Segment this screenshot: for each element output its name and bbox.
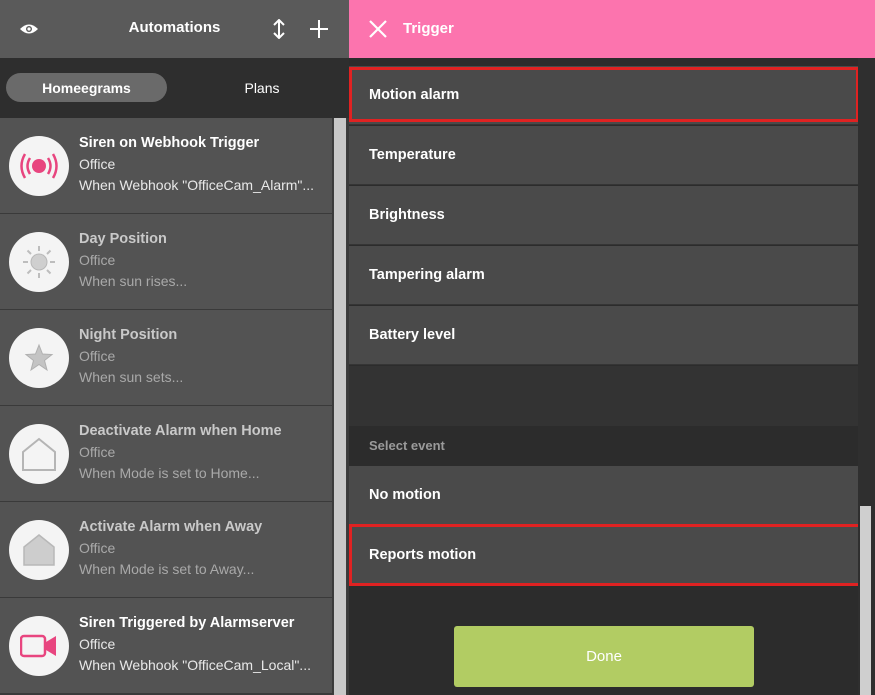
tab-homeegrams[interactable]: Homeegrams (6, 73, 167, 102)
sun-icon (9, 232, 69, 292)
item-description: When Mode is set to Away... (79, 561, 255, 577)
attribute-brightness[interactable]: Brightness (349, 186, 858, 245)
section-label: Select event (369, 438, 445, 453)
item-name: Day Position (79, 231, 167, 247)
trigger-pane: Trigger Motion alarm Temperature Brightn… (349, 0, 875, 695)
star-icon (9, 328, 69, 388)
attribute-battery-level[interactable]: Battery level (349, 306, 858, 365)
tab-plans[interactable]: Plans (182, 73, 342, 102)
list-item[interactable]: Siren Triggered by Alarmserver Office Wh… (0, 598, 332, 694)
item-room: Office (79, 540, 116, 556)
trigger-title: Trigger (403, 20, 454, 37)
item-name: Night Position (79, 327, 178, 343)
trigger-header: Trigger (349, 0, 875, 58)
list-scrollbar[interactable] (333, 118, 347, 695)
done-button[interactable]: Done (454, 626, 754, 687)
list-item[interactable]: Day Position Office When sun rises... (0, 214, 332, 310)
item-room: Office (79, 444, 116, 460)
item-room: Office (79, 252, 116, 268)
house-outline-icon (9, 424, 69, 484)
highlight-motion-alarm (349, 67, 859, 122)
automations-pane: Automations Homeegrams Plans Siren on We… (0, 0, 349, 695)
attribute-temperature[interactable]: Temperature (349, 126, 858, 185)
automations-title: Automations (128, 19, 221, 36)
automations-header: Automations (0, 0, 349, 58)
item-description: When sun rises... (79, 273, 188, 289)
segmented-control: Homeegrams Plans (0, 58, 349, 118)
sort-icon[interactable] (262, 12, 296, 46)
item-description: When Mode is set to Home... (79, 465, 260, 481)
list-item[interactable]: Siren on Webhook Trigger Office When Web… (0, 118, 332, 214)
divider-gap (349, 366, 858, 426)
list-item[interactable]: Activate Alarm when Away Office When Mod… (0, 502, 332, 598)
item-description: When Webhook "OfficeCam_Alarm"... (79, 177, 315, 193)
list-item[interactable]: Deactivate Alarm when Home Office When M… (0, 406, 332, 502)
trigger-scrollbar[interactable] (858, 58, 875, 695)
item-description: When Webhook "OfficeCam_Local"... (79, 657, 311, 673)
plus-icon[interactable] (302, 12, 336, 46)
item-description: When sun sets... (79, 369, 184, 385)
item-room: Office (79, 156, 116, 172)
event-no-motion[interactable]: No motion (349, 466, 858, 525)
item-name: Siren on Webhook Trigger (79, 135, 260, 151)
house-filled-icon (9, 520, 69, 580)
item-name: Activate Alarm when Away (79, 519, 263, 535)
close-icon[interactable] (365, 16, 391, 42)
homeegram-list: Siren on Webhook Trigger Office When Web… (0, 118, 332, 694)
attribute-tampering-alarm[interactable]: Tampering alarm (349, 246, 858, 305)
highlight-reports-motion (349, 524, 861, 586)
item-room: Office (79, 348, 116, 364)
list-item[interactable]: Night Position Office When sun sets... (0, 310, 332, 406)
scrollbar-thumb[interactable] (860, 506, 871, 695)
item-name: Siren Triggered by Alarmserver (79, 615, 295, 631)
item-name: Deactivate Alarm when Home (79, 423, 282, 439)
camera-icon (9, 616, 69, 676)
item-room: Office (79, 636, 116, 652)
scrollbar-thumb[interactable] (334, 118, 346, 695)
siren-icon (9, 136, 69, 196)
